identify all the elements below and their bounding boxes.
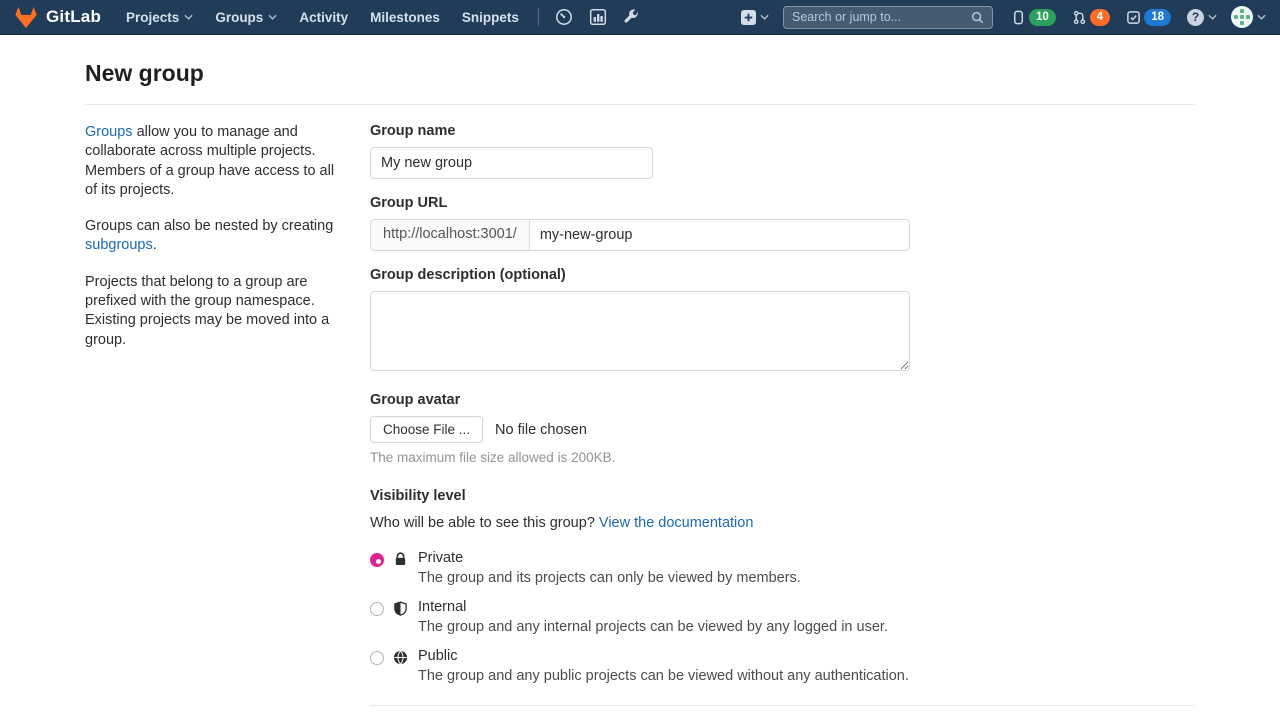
internal-radio[interactable]	[370, 602, 384, 616]
sidebar-paragraph: Groups allow you to manage and collabora…	[85, 123, 341, 200]
brand-name: GitLab	[46, 7, 101, 27]
merge-requests-counter[interactable]: 4	[1072, 9, 1110, 26]
internal-option-name: Internal	[418, 599, 888, 615]
shield-icon	[393, 601, 409, 635]
group-description-textarea[interactable]	[370, 291, 910, 371]
group-url-prefix: http://localhost:3001/	[370, 219, 529, 251]
view-documentation-link[interactable]: View the documentation	[599, 515, 754, 531]
nav-milestones-link[interactable]: Milestones	[359, 0, 451, 35]
gitlab-tanuki-icon	[14, 6, 38, 29]
sidebar-paragraph: Groups can also be nested by creating su…	[85, 217, 341, 256]
chevron-down-icon	[268, 14, 277, 20]
visibility-level-label: Visibility level	[370, 488, 1195, 504]
merge-requests-count-badge: 4	[1090, 9, 1110, 26]
group-url-label: Group URL	[370, 195, 1195, 211]
nav-projects-label: Projects	[126, 10, 179, 25]
nav-snippets-label: Snippets	[462, 10, 519, 25]
nav-divider	[538, 8, 539, 26]
new-menu-dropdown[interactable]	[741, 10, 769, 25]
user-menu-dropdown[interactable]	[1231, 6, 1266, 28]
sidebar-paragraph: Projects that belong to a group are pref…	[85, 273, 341, 350]
visibility-option-public: Public The group and any public projects…	[370, 648, 1195, 684]
merge-request-icon	[1072, 10, 1087, 25]
admin-wrench-icon[interactable]	[615, 0, 649, 35]
subgroups-help-link[interactable]: subgroups	[85, 237, 153, 253]
nav-activity-link[interactable]: Activity	[288, 0, 359, 35]
group-help-sidebar: Groups allow you to manage and collabora…	[85, 123, 341, 712]
sidebar-text: Projects that belong to a group are pref…	[85, 274, 329, 348]
issues-count-badge: 10	[1029, 9, 1056, 26]
visibility-option-internal: Internal The group and any internal proj…	[370, 599, 1195, 635]
private-option-description: The group and its projects can only be v…	[418, 570, 801, 586]
visibility-option-private: Private The group and its projects can o…	[370, 550, 1195, 586]
sidebar-text: .	[153, 237, 157, 253]
public-radio[interactable]	[370, 651, 384, 665]
help-dropdown[interactable]: ?	[1187, 9, 1217, 26]
top-navbar: GitLab Projects Groups Activity Mileston…	[0, 0, 1280, 35]
issues-icon	[1011, 10, 1026, 25]
search-input[interactable]	[792, 10, 971, 24]
gitlab-logo-home-link[interactable]: GitLab	[14, 6, 101, 29]
form-divider	[370, 705, 1195, 706]
nav-projects-dropdown[interactable]: Projects	[115, 0, 204, 35]
new-group-form: Group name Group URL http://localhost:30…	[370, 123, 1195, 712]
charts-icon[interactable]	[581, 0, 615, 35]
group-avatar-label: Group avatar	[370, 392, 1195, 408]
group-name-input[interactable]	[370, 147, 653, 179]
nav-milestones-label: Milestones	[370, 10, 440, 25]
private-option-name: Private	[418, 550, 801, 566]
global-search-box[interactable]	[783, 6, 993, 29]
help-question-icon: ?	[1187, 9, 1204, 26]
choose-file-button[interactable]: Choose File ...	[370, 416, 483, 443]
chevron-down-icon	[1257, 14, 1266, 20]
group-description-label: Group description (optional)	[370, 267, 1195, 283]
plus-square-icon	[741, 10, 756, 25]
chevron-down-icon	[184, 14, 193, 20]
internal-option-description: The group and any internal projects can …	[418, 619, 888, 635]
groups-help-link[interactable]: Groups	[85, 124, 133, 140]
search-icon	[971, 11, 984, 24]
avatar-size-hint: The maximum file size allowed is 200KB.	[370, 450, 1195, 465]
nav-groups-dropdown[interactable]: Groups	[204, 0, 288, 35]
chevron-down-icon	[760, 14, 769, 20]
nav-groups-label: Groups	[215, 10, 263, 25]
chevron-down-icon	[1208, 14, 1217, 20]
group-name-label: Group name	[370, 123, 1195, 139]
group-url-input[interactable]	[529, 219, 910, 251]
visibility-question-text: Who will be able to see this group?	[370, 515, 599, 531]
issues-counter[interactable]: 10	[1011, 9, 1056, 26]
sidebar-text: Groups can also be nested by creating	[85, 218, 333, 234]
todos-counter[interactable]: 18	[1126, 9, 1171, 26]
no-file-chosen-text: No file chosen	[495, 422, 587, 438]
dashboard-gauge-icon[interactable]	[547, 0, 581, 35]
group-url-group: http://localhost:3001/	[370, 219, 910, 251]
visibility-question: Who will be able to see this group? View…	[370, 515, 1195, 531]
todo-check-icon	[1126, 10, 1141, 25]
nav-activity-label: Activity	[299, 10, 348, 25]
todos-count-badge: 18	[1144, 9, 1171, 26]
nav-snippets-link[interactable]: Snippets	[451, 0, 530, 35]
globe-icon	[393, 650, 409, 684]
private-radio[interactable]	[370, 553, 384, 567]
avatar	[1231, 6, 1253, 28]
lock-icon	[393, 552, 409, 586]
page-title: New group	[85, 60, 1195, 105]
public-option-description: The group and any public projects can be…	[418, 668, 909, 684]
public-option-name: Public	[418, 648, 909, 664]
